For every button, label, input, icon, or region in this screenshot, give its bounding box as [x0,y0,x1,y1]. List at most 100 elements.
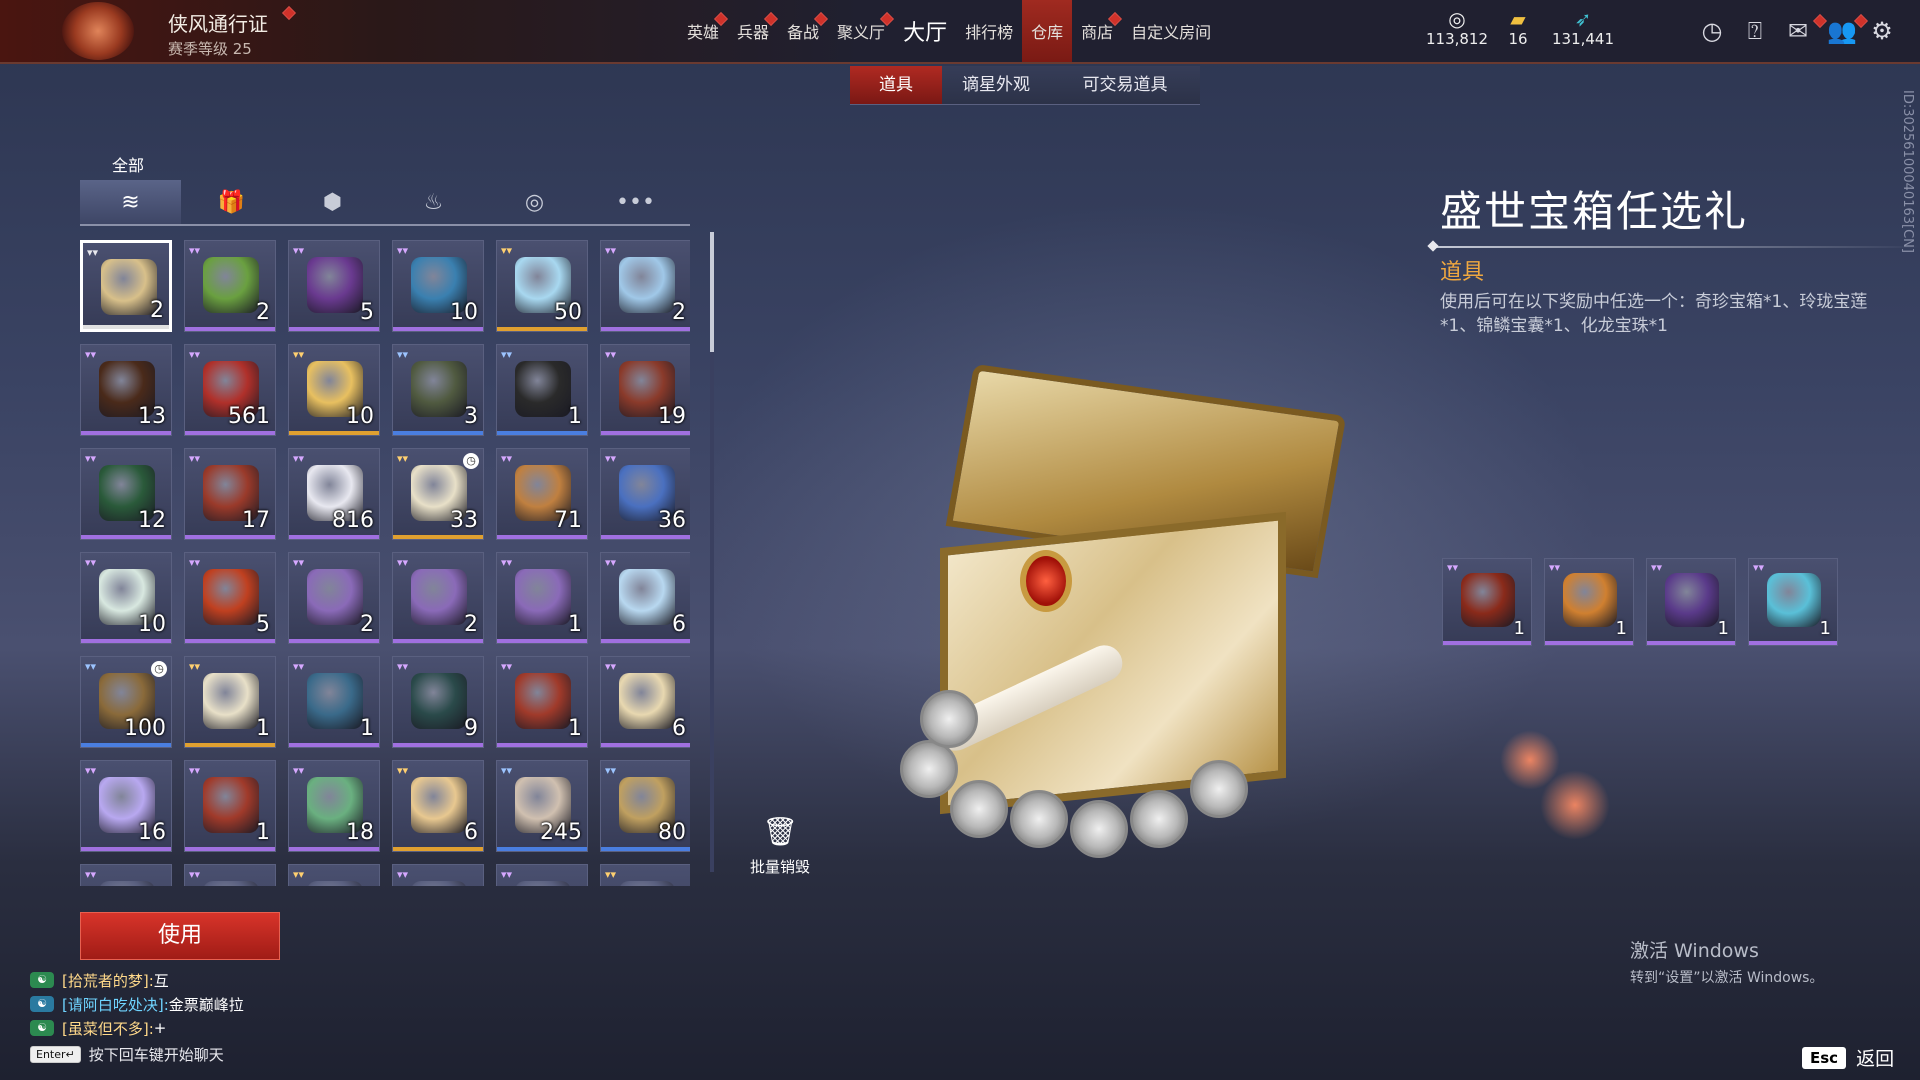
inventory-slot[interactable]: ▾▾ 18 [288,760,380,852]
currency-value: 16 [1508,30,1528,48]
nav-item[interactable]: 商店 [1072,0,1123,62]
inventory-slot[interactable]: ▾▾ 1 [288,656,380,748]
item-type: 道具 [1440,260,1485,285]
inventory-slot[interactable]: ▾▾ ◷ 33 [392,448,484,540]
inventory-slot[interactable]: ▾▾ 1 [184,760,276,852]
inventory-slot[interactable]: ▾▾ 561 [184,344,276,436]
notification-dot [281,5,297,21]
tab-tradable[interactable]: 可交易道具 [1050,66,1200,105]
item-quantity: 2 [464,612,478,637]
inventory-slot[interactable]: ▾▾ 6 [392,760,484,852]
inventory-slot[interactable]: ▾▾ 71 [496,448,588,540]
inventory-slot[interactable]: ▾▾ 1 [496,552,588,644]
inventory-slot[interactable]: ▾▾ 1 [496,656,588,748]
inventory-slot[interactable]: ▾▾ 2 [392,552,484,644]
inventory-slot[interactable]: ▾▾ [288,864,380,886]
timer-icon[interactable]: ◷ [1698,17,1726,45]
item-quantity: 561 [228,404,270,429]
tab-items[interactable]: 道具 [850,66,942,105]
gift-icon[interactable]: 🎁 [181,180,282,224]
reward-option[interactable]: ▾▾ 1 [1544,558,1634,646]
inventory-slot[interactable]: ▾▾ 6 [600,552,690,644]
inventory-slot[interactable]: ▾▾ 5 [184,552,276,644]
nav-item[interactable]: 仓库 [1022,0,1073,62]
flame-icon[interactable]: ♨ [383,180,484,224]
inventory-slot[interactable]: ▾▾ 2 [600,240,690,332]
inventory-slot[interactable]: ▾▾ 5 [288,240,380,332]
nav-item[interactable]: 聚义厅 [828,0,895,62]
token-icon[interactable]: ⬢ [282,180,383,224]
inventory-slot[interactable]: ▾▾ 10 [288,344,380,436]
bulk-destroy-button[interactable]: 🗑 批量销毁 [740,815,820,877]
inventory-slot[interactable]: ▾▾ 9 [392,656,484,748]
inventory-slot[interactable]: ▾▾ [80,864,172,886]
inventory-slot[interactable]: ▾▾ 6 [600,656,690,748]
inventory-slot[interactable]: ▾▾ 16 [80,760,172,852]
rarity-bar [1749,641,1837,645]
currency-feathers: ➶ 131,441 [1548,8,1618,48]
inventory-slot[interactable]: ▾▾ 2 [184,240,276,332]
nav-item[interactable]: 自定义房间 [1122,0,1220,62]
more-icon[interactable]: ••• [585,180,686,224]
rarity-bar [497,847,587,851]
chat-sender[interactable]: [拾荒者的梦]: [62,970,154,991]
friends-icon[interactable]: 👥 [1827,17,1857,45]
rarity-bar [289,535,379,539]
rarity-marker-icon: ▾▾ [605,348,617,361]
category-filter: ≋ 🎁 ⬢ ♨ ◎ ••• [80,180,690,226]
use-button[interactable]: 使用 [80,912,280,960]
player-id: ID:30256100040163[CN] [1900,90,1915,253]
layers-icon[interactable]: ≋ [80,180,181,224]
nav-item[interactable]: 英雄 [678,0,729,62]
reward-option[interactable]: ▾▾ 1 [1442,558,1532,646]
currency-coins: ◎ 113,812 [1422,8,1492,48]
reward-option[interactable]: ▾▾ 1 [1646,558,1736,646]
swirl-icon[interactable]: ◎ [484,180,585,224]
inventory-slot[interactable]: ▾▾ ◷ 100 [80,656,172,748]
nav-item[interactable]: 备战 [778,0,829,62]
inventory-slot[interactable]: ▾▾ [392,864,484,886]
rarity-marker-icon: ▾▾ [1753,561,1765,574]
inventory-slot[interactable]: ▾▾ 10 [392,240,484,332]
inventory-slot[interactable]: ▾▾ 36 [600,448,690,540]
nav-item[interactable]: 排行榜 [956,0,1022,62]
inventory-slot[interactable]: ▾▾ [184,864,276,886]
inventory-slot[interactable]: ▾▾ 1 [184,656,276,748]
settings-icon[interactable]: ⚙ [1868,17,1896,45]
grid-scroll-thumb[interactable] [710,232,714,352]
inventory-slot[interactable]: ▾▾ 2 [80,240,172,332]
inventory-slot[interactable]: ▾▾ 17 [184,448,276,540]
reward-option[interactable]: ▾▾ 1 [1748,558,1838,646]
inventory-slot[interactable]: ▾▾ 13 [80,344,172,436]
rarity-marker-icon: ▾▾ [501,868,513,881]
battle-pass-title[interactable]: 侠风通行证 [168,8,268,37]
inventory-slot[interactable]: ▾▾ 10 [80,552,172,644]
inventory-slot[interactable]: ▾▾ 80 [600,760,690,852]
inventory-slot[interactable]: ▾▾ [496,864,588,886]
inventory-slot[interactable]: ▾▾ 50 [496,240,588,332]
nav-item[interactable]: 大厅 [894,0,956,62]
chat-hint[interactable]: Enter↵ 按下回车键开始聊天 [30,1044,224,1065]
back-button[interactable]: Esc 返回 [1802,1044,1894,1071]
mail-icon[interactable]: ✉ [1784,17,1812,45]
chat-line: ☯ [虽菜但不多]: + [30,1016,244,1040]
help-icon[interactable]: ⍰ [1741,17,1769,45]
inventory-slot[interactable]: ▾▾ 245 [496,760,588,852]
item-quantity: 1 [256,716,270,741]
inventory-slot[interactable]: ▾▾ 12 [80,448,172,540]
inventory-slot[interactable]: ▾▾ 19 [600,344,690,436]
item-quantity: 2 [150,298,164,323]
inventory-slot[interactable]: ▾▾ 2 [288,552,380,644]
inventory-slot[interactable]: ▾▾ 1 [496,344,588,436]
inventory-slot[interactable]: ▾▾ 3 [392,344,484,436]
coin [900,740,958,798]
inventory-slot[interactable]: ▾▾ 816 [288,448,380,540]
inventory-slot[interactable]: ▾▾ [600,864,690,886]
nav-item[interactable]: 兵器 [728,0,779,62]
battle-pass-emblem-icon[interactable] [62,2,134,60]
chest-gem [1020,550,1072,612]
chat-sender[interactable]: [虽菜但不多]: [62,1018,154,1039]
rarity-bar [185,327,275,331]
chat-sender[interactable]: [请阿白吃处决]: [62,994,169,1015]
tab-appearance[interactable]: 谪星外观 [942,66,1050,105]
